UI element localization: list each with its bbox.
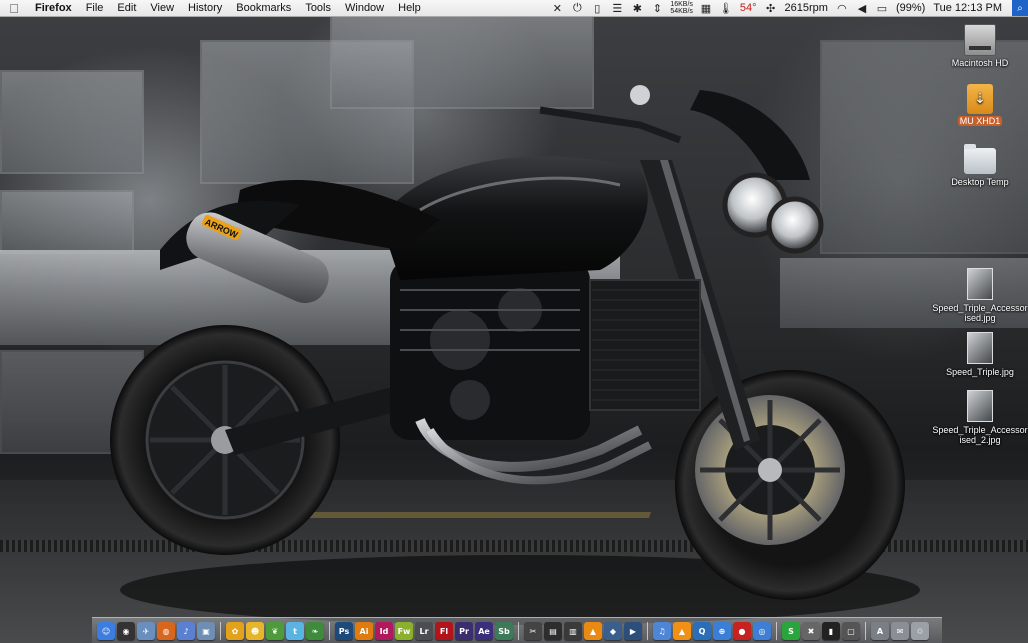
menu-view[interactable]: View	[143, 0, 181, 16]
hard-drive-icon	[964, 24, 996, 56]
battery-percent[interactable]: (99%)	[892, 0, 929, 16]
dock-terminal-icon[interactable]: ▮	[822, 622, 840, 640]
menu-history[interactable]: History	[181, 0, 229, 16]
desktop-icon-label: Speed_Triple_Accessorised.jpg	[932, 303, 1028, 323]
dock-motion-icon[interactable]: ▥	[564, 622, 582, 640]
dock-smile-icon[interactable]: ☻	[246, 622, 264, 640]
usb-drive-icon	[967, 84, 993, 114]
dock-indesign-icon[interactable]: Id	[375, 622, 393, 640]
apple-logo-icon[interactable]: 	[0, 1, 28, 16]
menu-extra-x-icon[interactable]: ✕	[550, 2, 564, 15]
dock-safari-icon[interactable]: ◎	[753, 622, 771, 640]
list-icon[interactable]: ☰	[610, 2, 624, 15]
menu-edit[interactable]: Edit	[110, 0, 143, 16]
clipboard-icon[interactable]: ▯	[590, 2, 604, 15]
dock-x11-icon[interactable]: ✖	[802, 622, 820, 640]
desktop-icon-speed-triple-accessorised-2[interactable]: Speed_Triple_Accessorised_2.jpg	[930, 390, 1028, 445]
dock-dvd-player-icon[interactable]: ▶	[624, 622, 642, 640]
dock-clapper-icon[interactable]: ✂	[524, 622, 542, 640]
fan-icon: ✣	[765, 2, 776, 15]
image-file-icon	[967, 332, 993, 364]
dock-flash-icon[interactable]: Fl	[435, 622, 453, 640]
dock-skype-icon[interactable]: S	[782, 622, 800, 640]
dock-mail-icon[interactable]: ✈	[137, 622, 155, 640]
desktop-icon-macintosh-hd[interactable]: Macintosh HD	[930, 24, 1028, 68]
dock-premiere-icon[interactable]: Pr	[455, 622, 473, 640]
dock-preview-icon[interactable]: ▣	[197, 622, 215, 640]
graph-icon[interactable]: ▦	[699, 2, 713, 15]
dock-compressor-icon[interactable]: ◆	[604, 622, 622, 640]
thermometer-icon: 🌡	[718, 2, 733, 15]
dock-console-icon[interactable]: ▢	[842, 622, 860, 640]
menu-help[interactable]: Help	[391, 0, 428, 16]
dock-dashboard-icon[interactable]: ◉	[117, 622, 135, 640]
desktop-icon-label: Speed_Triple_Accessorised_2.jpg	[932, 425, 1028, 445]
dock-fireworks-icon[interactable]: Fw	[395, 622, 413, 640]
dock-separator	[865, 622, 866, 640]
menu-file[interactable]: File	[79, 0, 111, 16]
menu-bookmarks[interactable]: Bookmarks	[229, 0, 298, 16]
status-area: ✕ ⏻ ▯ ☰ ✱ ⇕ 16KB/s 54KB/s ▦ 🌡 54° ✣ 2615…	[547, 0, 1028, 16]
menu-clock[interactable]: Tue 12:13 PM	[929, 0, 1006, 16]
dock-finder-icon[interactable]: ☺	[97, 622, 115, 640]
dock-trash-icon[interactable]: ♲	[911, 622, 929, 640]
desktop-icon-speed-triple-accessorised[interactable]: Speed_Triple_Accessorised.jpg	[930, 268, 1028, 323]
desktop-icon-desktop-temp[interactable]: Desktop Temp	[930, 144, 1028, 187]
dock-documents-icon[interactable]: ✉	[891, 622, 909, 640]
fan-speed[interactable]: 2615rpm	[781, 0, 832, 16]
power-icon[interactable]: ⏻	[570, 2, 584, 14]
dock-illustrator-icon[interactable]: Ai	[355, 622, 373, 640]
image-file-icon	[967, 268, 993, 300]
network-download-rate: 54KB/s	[670, 8, 693, 15]
desktop-wallpaper: ARROW	[0, 0, 1028, 643]
dock-final-cut-icon[interactable]: ▤	[544, 622, 562, 640]
dock-vlc-icon[interactable]: ▲	[673, 622, 691, 640]
dock-twitter-icon[interactable]: t	[286, 622, 304, 640]
dock-separator	[329, 622, 330, 640]
dock-lightroom-icon[interactable]: Lr	[415, 622, 433, 640]
dock-after-effects-icon[interactable]: Ae	[475, 622, 493, 640]
menu-tools[interactable]: Tools	[298, 0, 338, 16]
spotlight-search-icon[interactable]: ⌕	[1012, 0, 1028, 16]
dock-network-icon[interactable]: ⊕	[713, 622, 731, 640]
dock-adium-icon[interactable]: ✿	[226, 622, 244, 640]
desktop-icon-mu-xhd1[interactable]: MU XHD1	[930, 84, 1028, 126]
dock-separator	[647, 622, 648, 640]
desktop-icon-label: Macintosh HD	[951, 58, 1009, 68]
dock-vlc-cone-icon[interactable]: ▲	[584, 622, 602, 640]
dock-applications-icon[interactable]: A	[871, 622, 889, 640]
menu-firefox[interactable]: Firefox	[28, 0, 79, 16]
network-upload-rate: 16KB/s	[670, 1, 693, 8]
desktop-icon-label: Desktop Temp	[951, 177, 1009, 187]
dock-separator	[220, 622, 221, 640]
menu-bar:  Firefox File Edit View History Bookmar…	[0, 0, 1028, 17]
dock-photoshop-icon[interactable]: Ps	[335, 622, 353, 640]
bluetooth-icon[interactable]: ✱	[630, 2, 644, 15]
folder-icon	[964, 144, 996, 174]
wifi-icon[interactable]: ◠	[835, 2, 849, 15]
network-speed[interactable]: 16KB/s 54KB/s	[667, 1, 696, 15]
dock-quicktime-icon[interactable]: Q	[693, 622, 711, 640]
battery-icon[interactable]: ▭	[875, 2, 889, 15]
menu-window[interactable]: Window	[338, 0, 391, 16]
volume-stepper-icon[interactable]: ⇕	[650, 2, 664, 15]
desktop-icon-label: Speed_Triple.jpg	[946, 367, 1014, 377]
cpu-temperature[interactable]: 54°	[736, 0, 761, 16]
desktop-icon-speed-triple[interactable]: Speed_Triple.jpg	[930, 332, 1028, 377]
dock-bamboo-icon[interactable]: ❧	[306, 622, 324, 640]
desktop-icon-label: MU XHD1	[957, 116, 1003, 126]
dock: ☺ ◉ ✈ ◍ ♪ ▣ ✿ ☻ ❦ t ❧ Ps Ai Id Fw Lr Fl Pr Ae Sb ✂ ▤ ▥ ▲ ◆ ▶ ♫ ▲ Q ⊕ ●…	[92, 617, 942, 643]
dock-leaf-icon[interactable]: ❦	[266, 622, 284, 640]
dock-itunes-2-icon[interactable]: ♫	[653, 622, 671, 640]
dock-firefox-icon[interactable]: ◍	[157, 622, 175, 640]
image-file-icon	[967, 390, 993, 422]
volume-icon[interactable]: ◀	[855, 2, 869, 15]
motorcycle-image: ARROW	[110, 85, 920, 625]
dock-stop-icon[interactable]: ●	[733, 622, 751, 640]
dock-separator	[518, 622, 519, 640]
dock-itunes-icon[interactable]: ♪	[177, 622, 195, 640]
dock-separator	[776, 622, 777, 640]
dock-soundbooth-icon[interactable]: Sb	[495, 622, 513, 640]
